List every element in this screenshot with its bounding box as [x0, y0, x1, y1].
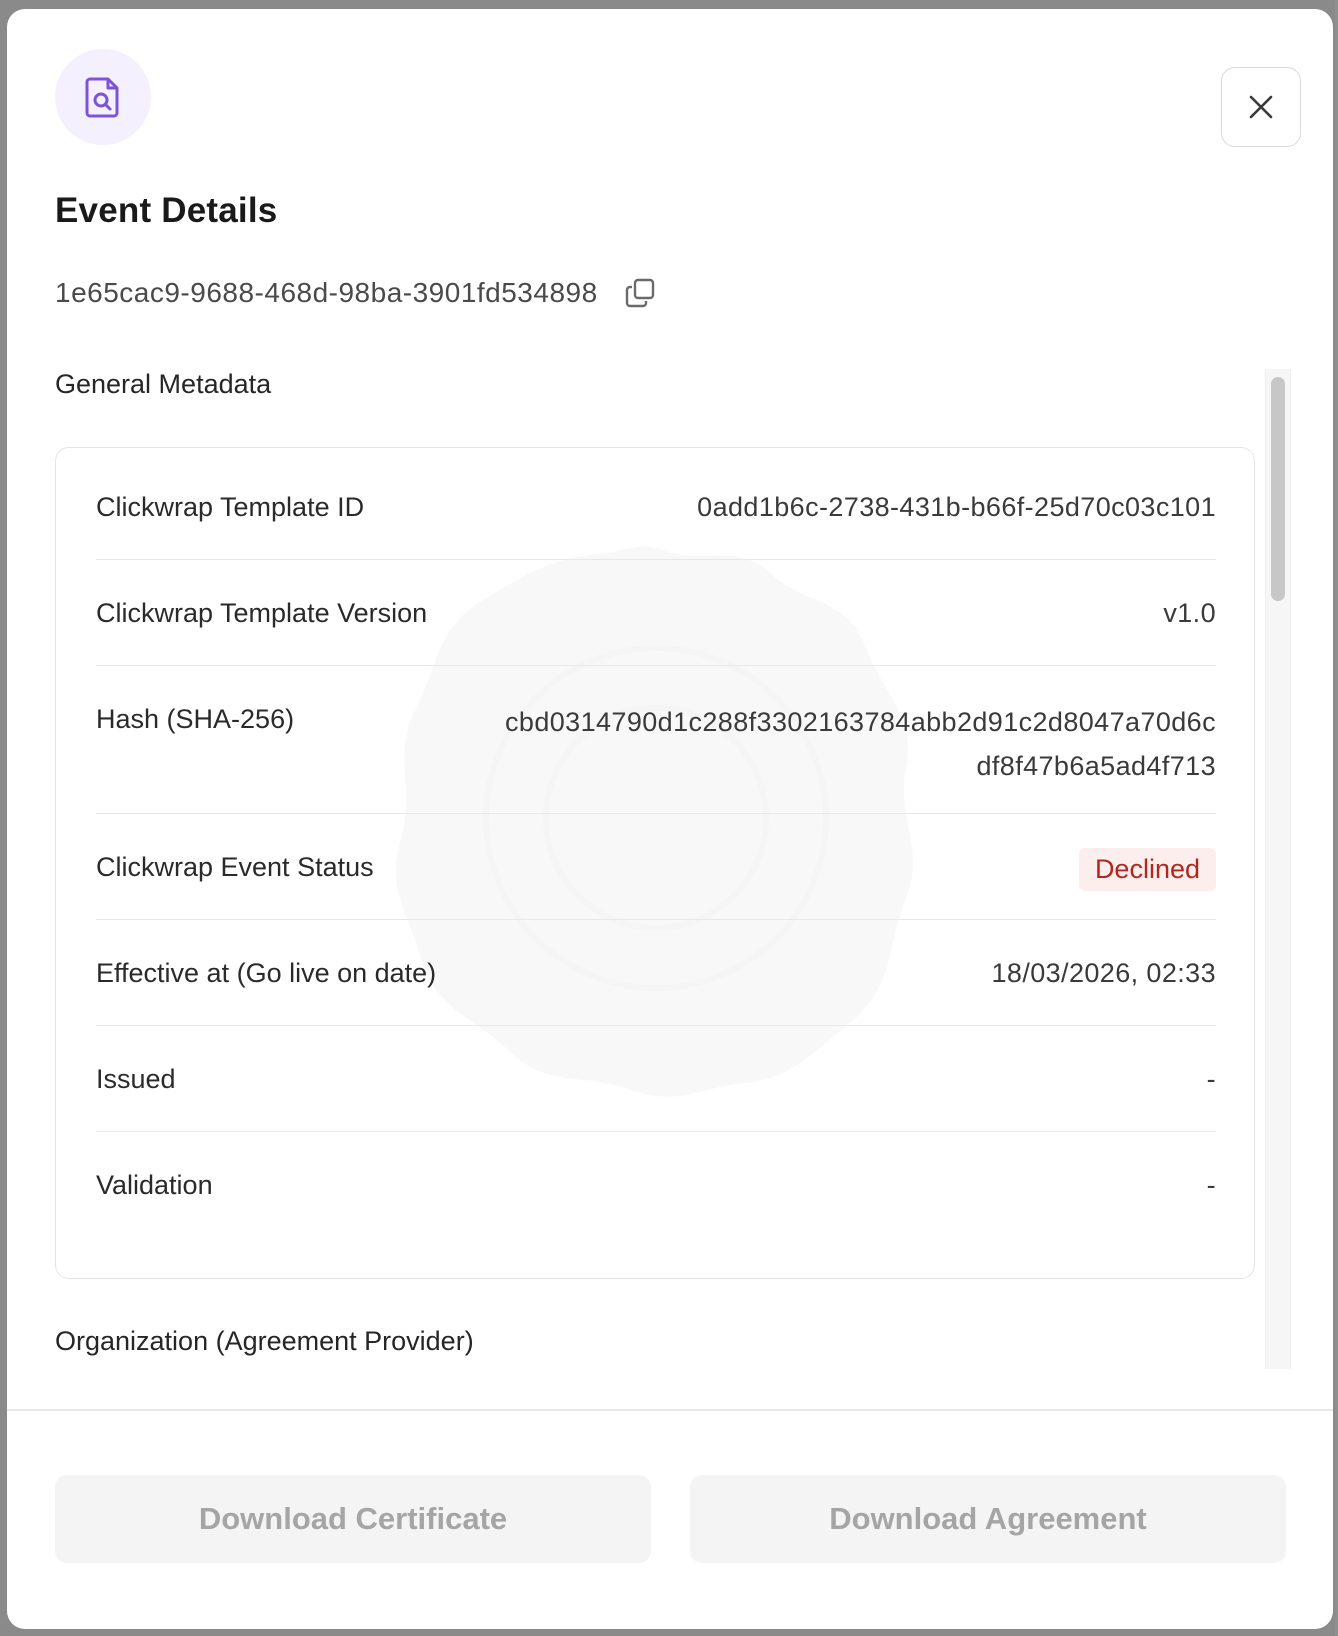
row-value: - — [1206, 1064, 1216, 1094]
copy-icon — [625, 278, 654, 308]
metadata-row-issued: Issued - — [96, 1026, 1216, 1132]
document-search-icon-badge — [55, 49, 151, 145]
row-label: Hash (SHA-256) — [96, 704, 295, 734]
row-label: Effective at (Go live on date) — [96, 958, 437, 988]
row-value: - — [1206, 1170, 1216, 1200]
metadata-row-template-version: Clickwrap Template Version v1.0 — [96, 560, 1216, 666]
metadata-row-hash: Hash (SHA-256) cbd0314790d1c288f33021637… — [96, 666, 1216, 814]
event-id: 1e65cac9-9688-468d-98ba-3901fd534898 — [55, 277, 598, 308]
row-label: Issued — [96, 1064, 176, 1094]
metadata-row-template-id: Clickwrap Template ID 0add1b6c-2738-431b… — [96, 448, 1216, 560]
metadata-row-event-status: Clickwrap Event Status Declined — [96, 814, 1216, 920]
close-icon — [1249, 95, 1273, 119]
row-label: Clickwrap Template Version — [96, 598, 428, 628]
scrollbar[interactable] — [1265, 369, 1291, 1369]
status-badge: Declined — [1078, 848, 1216, 891]
event-details-modal: Event Details 1e65cac9-9688-468d-98ba-39… — [7, 9, 1333, 1629]
metadata-row-validation: Validation - — [96, 1132, 1216, 1242]
section-heading-general-metadata: General Metadata — [55, 369, 272, 399]
page-title: Event Details — [55, 191, 278, 230]
row-label: Validation — [96, 1170, 213, 1200]
details-scroll-area[interactable]: General Metadata Clickwrap Template ID 0… — [7, 369, 1333, 1369]
section-heading-organization: Organization (Agreement Provider) — [55, 1326, 474, 1356]
row-value: v1.0 — [1163, 598, 1216, 628]
footer-divider — [7, 1409, 1333, 1411]
scrollbar-thumb[interactable] — [1271, 377, 1285, 601]
row-value-hash: cbd0314790d1c288f3302163784abb2d91c2d804… — [505, 707, 1216, 781]
row-value: 0add1b6c-2738-431b-b66f-25d70c03c101 — [697, 492, 1216, 522]
download-agreement-button[interactable]: Download Agreement — [690, 1475, 1286, 1563]
row-label: Clickwrap Template ID — [96, 492, 365, 522]
row-label: Clickwrap Event Status — [96, 852, 374, 882]
download-certificate-button[interactable]: Download Certificate — [55, 1475, 651, 1563]
close-button[interactable] — [1221, 67, 1301, 147]
document-search-icon — [85, 77, 119, 118]
general-metadata-card: Clickwrap Template ID 0add1b6c-2738-431b… — [55, 447, 1255, 1279]
event-id-row: 1e65cac9-9688-468d-98ba-3901fd534898 — [55, 277, 656, 309]
metadata-row-effective-at: Effective at (Go live on date) 18/03/202… — [96, 920, 1216, 1026]
row-value: 18/03/2026, 02:33 — [991, 958, 1216, 988]
copy-button[interactable] — [624, 277, 656, 309]
